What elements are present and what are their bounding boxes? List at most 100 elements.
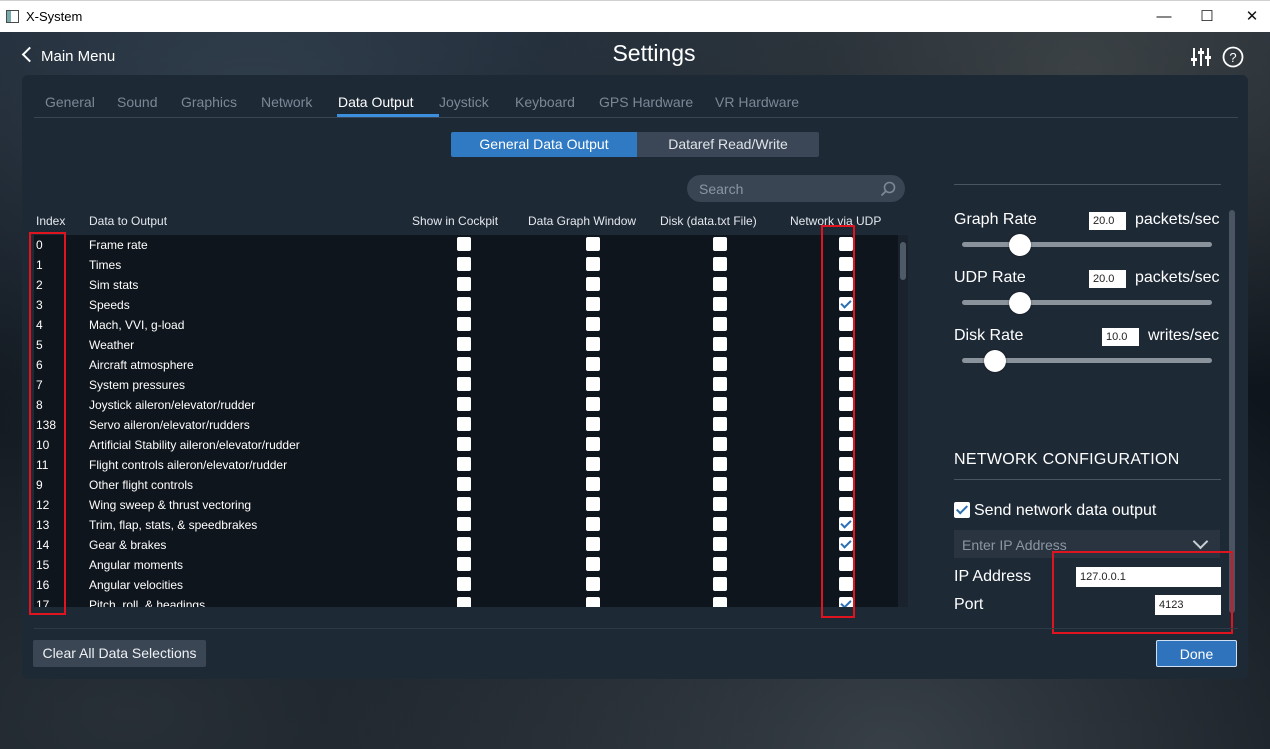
row-label: System pressures <box>89 378 186 392</box>
graph-checkbox[interactable] <box>586 377 600 391</box>
tab-sound[interactable]: Sound <box>117 94 157 110</box>
graph-checkbox[interactable] <box>586 297 600 311</box>
disk-checkbox[interactable] <box>713 337 727 351</box>
data-output-list[interactable]: 0 Frame rate 1 Times 2 Sim stats 3 Speeds 4 Mach,… <box>34 235 898 607</box>
tab-network[interactable]: Network <box>261 94 312 110</box>
row-label: Weather <box>89 338 135 352</box>
cockpit-checkbox[interactable] <box>457 437 471 451</box>
disk-checkbox[interactable] <box>713 297 727 311</box>
tab-joystick[interactable]: Joystick <box>439 94 489 110</box>
tab-gps-hardware[interactable]: GPS Hardware <box>599 94 693 110</box>
disk-checkbox[interactable] <box>713 257 727 271</box>
cockpit-checkbox[interactable] <box>457 497 471 511</box>
data-output-row: 17 Pitch, roll, & headings <box>34 595 898 607</box>
column-data-graph-window: Data Graph Window <box>528 214 637 228</box>
right-top-divider <box>954 184 1221 185</box>
clear-all-data-selections-button[interactable]: Clear All Data Selections <box>33 640 206 667</box>
tab-graphics[interactable]: Graphics <box>181 94 237 110</box>
graph-checkbox[interactable] <box>586 277 600 291</box>
disk-rate-input[interactable]: 10.0 <box>1102 328 1139 346</box>
row-label: Servo aileron/elevator/rudders <box>89 418 250 432</box>
list-scrollbar-track[interactable] <box>898 235 908 607</box>
tab-data-output[interactable]: Data Output <box>338 94 414 110</box>
search-box[interactable]: Search <box>687 175 905 202</box>
graph-checkbox[interactable] <box>586 317 600 331</box>
disk-checkbox[interactable] <box>713 397 727 411</box>
cockpit-checkbox[interactable] <box>457 537 471 551</box>
minimize-button[interactable]: — <box>1141 4 1187 30</box>
cockpit-checkbox[interactable] <box>457 337 471 351</box>
cockpit-checkbox[interactable] <box>457 237 471 251</box>
cockpit-checkbox[interactable] <box>457 317 471 331</box>
graph-checkbox[interactable] <box>586 457 600 471</box>
dataref-read-write-tab[interactable]: Dataref Read/Write <box>637 132 819 157</box>
graph-checkbox[interactable] <box>586 477 600 491</box>
graph-checkbox[interactable] <box>586 577 600 591</box>
disk-checkbox[interactable] <box>713 497 727 511</box>
disk-checkbox[interactable] <box>713 417 727 431</box>
disk-checkbox[interactable] <box>713 597 727 607</box>
disk-checkbox[interactable] <box>713 457 727 471</box>
cockpit-checkbox[interactable] <box>457 597 471 607</box>
disk-checkbox[interactable] <box>713 277 727 291</box>
graph-rate-slider-handle[interactable] <box>1009 234 1031 256</box>
graph-checkbox[interactable] <box>586 337 600 351</box>
disk-rate-slider-handle[interactable] <box>984 350 1006 372</box>
disk-checkbox[interactable] <box>713 577 727 591</box>
disk-checkbox[interactable] <box>713 537 727 551</box>
tab-vr-hardware[interactable]: VR Hardware <box>715 94 799 110</box>
tab-keyboard[interactable]: Keyboard <box>515 94 575 110</box>
cockpit-checkbox[interactable] <box>457 397 471 411</box>
graph-rate-input[interactable]: 20.0 <box>1089 212 1126 230</box>
graph-checkbox[interactable] <box>586 397 600 411</box>
disk-checkbox[interactable] <box>713 237 727 251</box>
graph-checkbox[interactable] <box>586 597 600 607</box>
cockpit-checkbox[interactable] <box>457 577 471 591</box>
cockpit-checkbox[interactable] <box>457 517 471 531</box>
disk-checkbox[interactable] <box>713 477 727 491</box>
cockpit-checkbox[interactable] <box>457 257 471 271</box>
udp-rate-slider-handle[interactable] <box>1009 292 1031 314</box>
column-disk-file: Disk (data.txt File) <box>660 214 757 228</box>
cockpit-checkbox[interactable] <box>457 457 471 471</box>
disk-checkbox[interactable] <box>713 517 727 531</box>
cockpit-checkbox[interactable] <box>457 377 471 391</box>
done-button[interactable]: Done <box>1156 640 1237 667</box>
maximize-button[interactable]: ☐ <box>1184 4 1230 30</box>
udp-rate-input[interactable]: 20.0 <box>1089 270 1126 288</box>
graph-checkbox[interactable] <box>586 557 600 571</box>
cockpit-checkbox[interactable] <box>457 417 471 431</box>
graph-checkbox[interactable] <box>586 237 600 251</box>
graph-checkbox[interactable] <box>586 257 600 271</box>
graph-checkbox[interactable] <box>586 497 600 511</box>
graph-checkbox[interactable] <box>586 437 600 451</box>
cockpit-checkbox[interactable] <box>457 277 471 291</box>
cockpit-checkbox[interactable] <box>457 557 471 571</box>
graph-checkbox[interactable] <box>586 357 600 371</box>
disk-checkbox[interactable] <box>713 377 727 391</box>
general-data-output-tab[interactable]: General Data Output <box>451 132 637 157</box>
udp-rate-slider[interactable] <box>962 300 1212 305</box>
cockpit-checkbox[interactable] <box>457 297 471 311</box>
close-button[interactable]: ✕ <box>1229 4 1270 30</box>
help-icon[interactable]: ? <box>1222 46 1244 68</box>
send-network-data-checkbox[interactable] <box>954 502 970 518</box>
graph-checkbox[interactable] <box>586 417 600 431</box>
send-network-data-label: Send network data output <box>974 502 1157 519</box>
disk-checkbox[interactable] <box>713 317 727 331</box>
disk-checkbox[interactable] <box>713 437 727 451</box>
list-scrollbar-thumb[interactable] <box>900 242 906 280</box>
sliders-icon[interactable] <box>1190 46 1212 68</box>
tab-general[interactable]: General <box>45 94 95 110</box>
graph-checkbox[interactable] <box>586 517 600 531</box>
graph-checkbox[interactable] <box>586 537 600 551</box>
data-output-row: 6 Aircraft atmosphere <box>34 355 898 375</box>
cockpit-checkbox[interactable] <box>457 357 471 371</box>
graph-rate-slider[interactable] <box>962 242 1212 247</box>
cockpit-checkbox[interactable] <box>457 477 471 491</box>
data-output-row: 14 Gear & brakes <box>34 535 898 555</box>
ip-address-label: IP Address <box>954 568 1032 585</box>
row-label: Gear & brakes <box>89 538 167 552</box>
disk-checkbox[interactable] <box>713 357 727 371</box>
disk-checkbox[interactable] <box>713 557 727 571</box>
